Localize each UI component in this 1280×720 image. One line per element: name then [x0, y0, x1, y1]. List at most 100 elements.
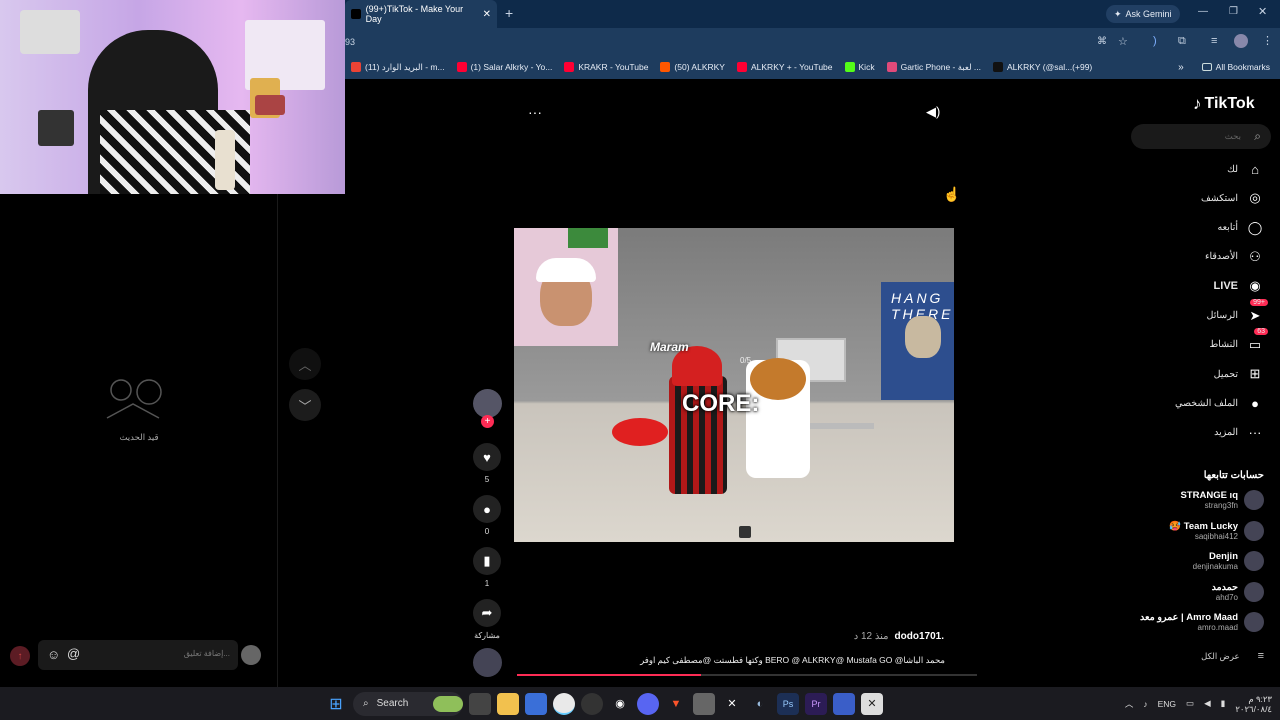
mention-icon[interactable]: @	[67, 646, 80, 661]
following-account[interactable]: حمدمد ahd7o	[1212, 581, 1264, 602]
volume-tray-icon[interactable]: ◀	[1204, 698, 1211, 709]
bookmark-item[interactable]: KRAKR - YouTube	[558, 62, 654, 72]
next-video-button[interactable]: ﹀	[289, 389, 321, 421]
notification-badge: 99+	[1250, 298, 1268, 306]
new-tab-button[interactable]: +	[505, 5, 513, 21]
extensions-icon[interactable]: ⧉	[1178, 35, 1186, 48]
chrome-icon[interactable]	[553, 692, 575, 715]
bookmark-item[interactable]: البريد الوارد (11) - m...	[345, 62, 451, 73]
more-options-icon[interactable]: ···	[528, 104, 542, 120]
steam-icon[interactable]: ◐	[749, 693, 771, 715]
sidebar-item-profile[interactable]: ● الملف الشخصي	[1175, 394, 1264, 412]
close-tab-icon[interactable]: ✕	[483, 9, 491, 20]
address-bar[interactable]: 93	[345, 37, 355, 47]
prev-video-button[interactable]: ︿	[289, 348, 321, 380]
bookmark-item[interactable]: ALKRKY + - YouTube	[731, 62, 839, 72]
obs-icon[interactable]: ◉	[609, 693, 631, 715]
sidebar-item-more[interactable]: ··· المزيد	[1214, 424, 1264, 442]
ask-gemini-button[interactable]: ✦ Ask Gemini	[1106, 5, 1180, 23]
video-player[interactable]: HANG THERE Maram CORE: 0/5	[514, 228, 954, 542]
app-icon-1[interactable]	[581, 692, 603, 715]
search-box[interactable]: ⌕ بحث	[1131, 124, 1271, 149]
following-account[interactable]: Amro Maad | عمرو معد amro.maad	[1140, 612, 1264, 632]
bookmark-item[interactable]: Kick	[839, 62, 881, 72]
author-name[interactable]: dodo1701.	[895, 631, 944, 642]
sidebar-item-following[interactable]: ◯ أتابعه	[1218, 219, 1265, 237]
sidebar-item-upload[interactable]: ⊞ تحميل	[1214, 365, 1264, 383]
share-action[interactable]: ➦ مشاركة	[472, 599, 502, 640]
send-comment-button[interactable]: ↑	[10, 646, 30, 666]
following-account[interactable]: Team Lucky 🥵 saqibhai412	[1169, 520, 1264, 541]
profile-avatar[interactable]	[1234, 34, 1248, 48]
restore-icon[interactable]: ❐	[1229, 6, 1238, 17]
network-icon[interactable]: ▭	[1186, 698, 1194, 709]
tiktok-favicon-icon	[351, 9, 361, 19]
bookmark-item[interactable]: Gartic Phone - لعبة ...	[881, 62, 987, 73]
gartic-icon	[886, 62, 897, 72]
save-action[interactable]: ▮ 1	[472, 547, 502, 588]
file-explorer-icon[interactable]	[497, 692, 519, 715]
sidebar-item-friends[interactable]: ⚇ الأصدقاء	[1205, 248, 1264, 266]
all-bookmarks-button[interactable]: All Bookmarks	[1196, 62, 1280, 72]
app-icon-2[interactable]	[693, 692, 715, 715]
bookmark-icon[interactable]: ▮	[473, 547, 501, 575]
audio-icon[interactable]: )	[1153, 35, 1157, 47]
store-icon[interactable]	[525, 692, 547, 715]
comment-action[interactable]: ● 0	[472, 495, 502, 536]
windows-start-icon[interactable]: ⊞	[325, 693, 347, 715]
like-action[interactable]: ♥ 5	[472, 443, 502, 484]
close-window-icon[interactable]: ✕	[1258, 5, 1267, 18]
follow-plus-icon[interactable]: +	[481, 415, 494, 428]
brave-icon[interactable]: ▼	[665, 693, 687, 715]
sidebar-item-messages[interactable]: ➤ الرسائل 99+	[1207, 298, 1268, 325]
photoshop-icon[interactable]: Ps	[777, 692, 799, 715]
bookmark-star-icon[interactable]: ☆	[1118, 35, 1128, 48]
bookmark-label: (50) ALKRKY	[674, 62, 725, 72]
battery-icon[interactable]: ▮	[1221, 698, 1226, 709]
premiere-icon[interactable]: Pr	[805, 692, 827, 715]
account-handle: denjinakuma	[1192, 562, 1238, 571]
taskbar-search[interactable]: ⌕ Search	[353, 691, 463, 716]
following-account[interactable]: STRANGE ıq strang3fn	[1180, 490, 1264, 510]
bookmark-item[interactable]: (50) ALKRKY	[654, 62, 731, 72]
bookmark-item[interactable]: (1) Salar Alkrky - Yo...	[451, 62, 559, 72]
account-handle: strang3fn	[1204, 501, 1238, 510]
sidebar-item-activity[interactable]: ▭ النشاط 63	[1209, 327, 1268, 354]
sidebar-item-home[interactable]: ⌂ لك	[1227, 160, 1264, 178]
microphone-icon[interactable]: ♪	[1143, 699, 1147, 709]
app-icon-3[interactable]	[833, 692, 855, 715]
sidebar-item-live[interactable]: ◉ LIVE	[1214, 277, 1264, 295]
bookmark-item[interactable]: ALKRKY (@sal...(+99)	[987, 62, 1098, 72]
comment-input-box[interactable]: ☺ @ إضافة تعليق...	[38, 640, 238, 670]
comment-input[interactable]: إضافة تعليق...	[184, 649, 230, 658]
more-bookmarks-icon[interactable]: »	[1166, 62, 1196, 73]
heart-icon[interactable]: ♥	[473, 443, 501, 471]
minimize-icon[interactable]: —	[1198, 6, 1208, 17]
emoji-icon[interactable]: ☺	[47, 647, 60, 662]
discord-icon[interactable]	[637, 692, 659, 715]
tray-chevron-icon[interactable]: ︿	[1125, 698, 1134, 710]
following-account[interactable]: Denjin denjinakuma	[1193, 551, 1264, 571]
share-arrow-icon[interactable]: ➦	[473, 599, 501, 627]
clock[interactable]: ٩:٢٣ م ٢٠٢٦/٠٨/٤	[1235, 694, 1272, 714]
capcut-icon[interactable]: ✕	[721, 693, 743, 715]
progress-track[interactable]	[517, 674, 977, 676]
music-disc-avatar[interactable]	[473, 648, 502, 677]
task-view-icon[interactable]	[469, 692, 491, 715]
tiktok-logo[interactable]: ♪ TikTok	[1193, 94, 1255, 114]
creator-avatar[interactable]	[473, 389, 502, 418]
tab-search-icon[interactable]: ≡	[1211, 35, 1217, 47]
see-all-row[interactable]: ≡ عرض الكل	[1201, 650, 1264, 662]
app-icon-4[interactable]: ✕	[861, 692, 883, 715]
language-indicator[interactable]: ENG	[1158, 699, 1176, 709]
caption-toggle-icon[interactable]	[739, 526, 751, 538]
translate-icon[interactable]: ⌘	[1097, 36, 1107, 47]
volume-icon[interactable]: ◀)	[926, 104, 940, 120]
browser-tab[interactable]: (99+)TikTok - Make Your Day ✕	[345, 0, 497, 28]
search-input[interactable]: بحث	[1225, 131, 1241, 142]
see-all-link[interactable]: عرض الكل	[1201, 651, 1239, 662]
menu-kebab-icon[interactable]: ⋮	[1262, 34, 1273, 47]
search-icon[interactable]: ⌕	[1254, 129, 1261, 144]
sidebar-item-compass[interactable]: ◎ استكشف	[1201, 189, 1264, 207]
comment-bubble-icon[interactable]: ●	[473, 495, 501, 523]
